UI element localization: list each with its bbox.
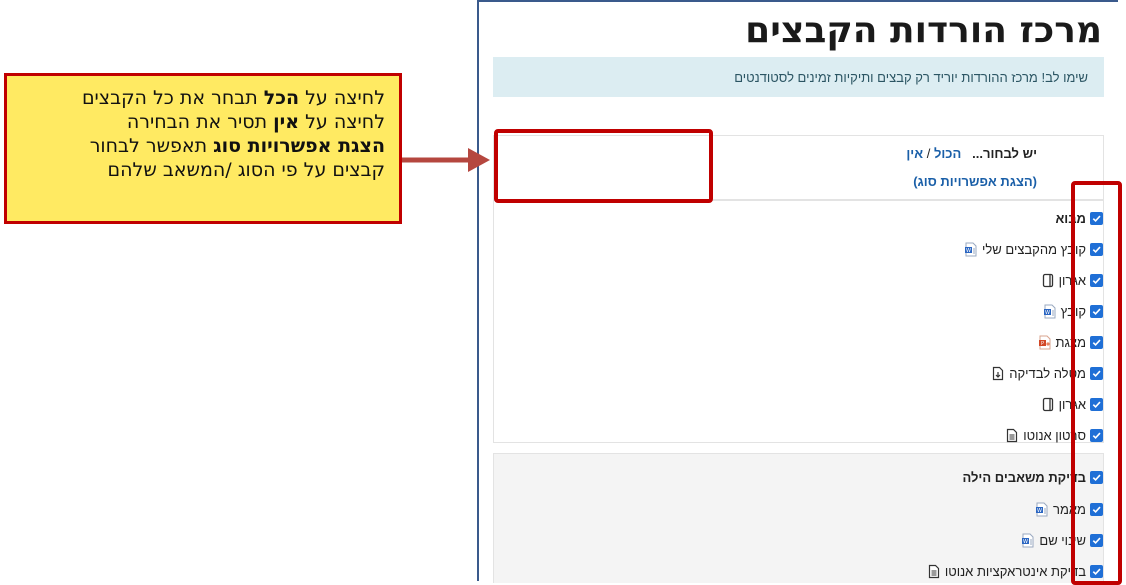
callout-bold-text: הכל [263, 87, 300, 109]
checkbox-column-highlight-box [1071, 181, 1122, 585]
callout-text: לחיצה על [299, 111, 385, 133]
callout-bold-text: אין [273, 111, 300, 133]
svg-text:P: P [1040, 341, 1043, 347]
type-options-link[interactable]: (הצגת אפשרויות סוג) [913, 174, 1037, 189]
assignment-icon [991, 366, 1005, 381]
svg-text:W: W [966, 248, 971, 254]
page-title: מרכז הורדות הקבצים [745, 10, 1102, 51]
notice-text: שימו לב! מרכז ההורדות יוריד רק קבצים ותי… [734, 69, 1088, 85]
callout-text: תבחר את כל הקבצים [81, 87, 264, 109]
svg-text:W: W [1037, 508, 1042, 514]
svg-text:W: W [1023, 539, 1028, 545]
word-doc-icon: W [1043, 304, 1057, 319]
select-none-link[interactable]: אין [906, 146, 923, 161]
selection-label: יש לבחור... [972, 146, 1037, 161]
word-doc-icon: W [1035, 502, 1049, 517]
callout-text: קבצים על פי הסוג /המשאב שלהם [107, 159, 386, 181]
download-center-panel: מרכז הורדות הקבצים שימו לב! מרכז ההורדות… [477, 0, 1118, 583]
section-intro: מבוא קובץ מהקבצים שלי W אגרון קובץ W מצג… [493, 200, 1104, 443]
callout-line: לחיצה על הכל תבחר את כל הקבצים [21, 86, 385, 110]
folder-icon [1041, 273, 1055, 288]
powerpoint-icon: P [1038, 335, 1052, 350]
callout-arrow-icon [398, 148, 490, 172]
page-icon [1005, 428, 1019, 443]
notice-banner: שימו לב! מרכז ההורדות יוריד רק קבצים ותי… [493, 57, 1104, 97]
callout-bold-text: הצגת אפשרויות סוג [213, 135, 385, 157]
selection-separator: / [926, 146, 931, 161]
selection-line: יש לבחור... הכול / אין [906, 146, 1037, 161]
callout-text: תסיר את הבחירה [126, 111, 274, 133]
item-label: בדיקת אינטראקציות אנוטו [944, 563, 1086, 579]
type-options-line: (הצגת אפשרויות סוג) [913, 174, 1037, 189]
word-doc-icon: W [1021, 533, 1035, 548]
callout-text: תאפשר לבחור [89, 135, 214, 157]
word-doc-icon: W [964, 242, 978, 257]
folder-icon [1041, 397, 1055, 412]
callout-line: הצגת אפשרויות סוג תאפשר לבחור [21, 134, 385, 158]
page-icon [927, 564, 941, 579]
instruction-callout: לחיצה על הכל תבחר את כל הקבצים לחיצה על … [4, 73, 402, 224]
svg-text:W: W [1045, 310, 1050, 316]
callout-line: קבצים על פי הסוג /המשאב שלהם [21, 158, 386, 182]
section-title: בדיקת משאבים הילה [962, 469, 1086, 485]
select-all-link[interactable]: הכול [934, 146, 961, 161]
selection-highlight-box [494, 129, 713, 203]
callout-text: לחיצה על [299, 87, 385, 109]
section-resources-check: בדיקת משאבים הילה מאמר W שינוי שם W בדיק… [493, 453, 1104, 583]
callout-line: לחיצה על אין תסיר את הבחירה [21, 110, 385, 134]
